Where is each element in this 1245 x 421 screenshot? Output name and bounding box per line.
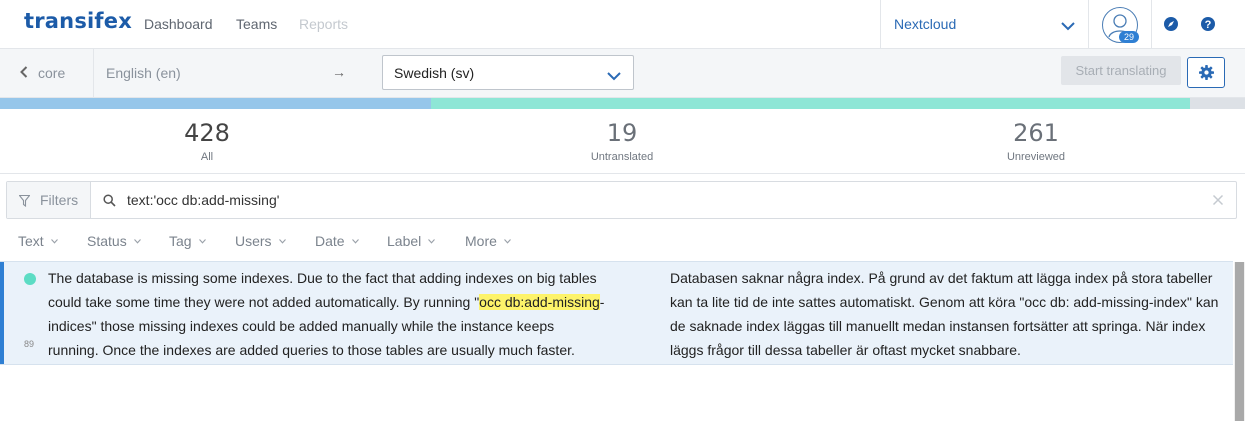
stat-unreviewed-label: Unreviewed xyxy=(1006,151,1066,163)
nav-link-dashboard[interactable]: Dashboard xyxy=(144,16,213,32)
search-input[interactable]: text:'occ db:add-missing' xyxy=(127,192,279,208)
facet-status[interactable]: Status xyxy=(87,231,141,249)
stat-all[interactable]: 428 All xyxy=(107,119,307,163)
facet-users[interactable]: Users xyxy=(235,231,286,249)
target-language-select[interactable]: Swedish (sv) xyxy=(382,55,634,90)
facet-label: Users xyxy=(235,233,272,249)
string-row[interactable]: 89 The database is missing some indexes.… xyxy=(0,261,1233,365)
arrow-icon: → xyxy=(332,64,346,80)
divider xyxy=(1151,0,1152,49)
help-icon[interactable]: ? xyxy=(1200,16,1216,32)
string-stats: 428 All 19 Untranslated 261 Unreviewed xyxy=(0,109,1245,174)
string-number: 89 xyxy=(24,339,35,349)
stat-unreviewed[interactable]: 261 Unreviewed xyxy=(936,119,1136,163)
stat-all-value: 428 xyxy=(184,119,230,147)
facet-date[interactable]: Date xyxy=(315,231,359,249)
progress-translated-segment xyxy=(431,98,1190,109)
stat-unreviewed-value: 261 xyxy=(1013,119,1059,147)
chevron-down-icon xyxy=(428,231,436,247)
svg-text:?: ? xyxy=(1205,19,1212,31)
chevron-down-icon xyxy=(1061,18,1075,36)
chevron-down-icon xyxy=(351,231,359,247)
facet-label: Date xyxy=(315,233,345,249)
filters-label: Filters xyxy=(40,192,79,208)
facet-label: Status xyxy=(87,233,127,249)
facet-label: Tag xyxy=(169,233,192,249)
top-nav: transifex Dashboard Teams Reports Nextcl… xyxy=(0,0,1245,49)
stat-all-label: All xyxy=(200,151,214,163)
facet-label: Label xyxy=(387,233,422,249)
translation-progress-bar xyxy=(0,98,1245,109)
back-chevron-icon xyxy=(20,65,28,81)
chevron-down-icon xyxy=(607,68,621,86)
stat-untranslated[interactable]: 19 Untranslated xyxy=(522,119,722,163)
settings-button[interactable] xyxy=(1187,57,1225,88)
facet-label[interactable]: Label xyxy=(387,231,436,249)
facet-label: More xyxy=(465,233,497,249)
start-translating-button[interactable]: Start translating xyxy=(1061,56,1181,85)
search-icon xyxy=(103,194,116,212)
chevron-down-icon xyxy=(50,231,58,247)
filters-button[interactable]: Filters xyxy=(7,182,91,218)
target-language-value: Swedish (sv) xyxy=(394,65,475,81)
facet-text[interactable]: Text xyxy=(18,231,58,249)
nav-link-reports: Reports xyxy=(299,16,349,32)
chevron-down-icon xyxy=(278,231,286,247)
stat-untranslated-value: 19 xyxy=(606,119,638,147)
chevron-down-icon xyxy=(133,231,141,247)
compass-icon[interactable] xyxy=(1163,16,1179,32)
organization-name: Nextcloud xyxy=(894,16,957,32)
notification-badge: 29 xyxy=(1119,31,1139,43)
selected-row-indicator xyxy=(0,262,4,364)
status-dot xyxy=(24,273,36,285)
project-bar: core English (en) → Swedish (sv) Start t… xyxy=(0,49,1245,98)
gear-icon xyxy=(1199,65,1214,85)
search-highlight: occ db:add-missing xyxy=(479,294,600,310)
organization-selector[interactable]: Nextcloud xyxy=(880,0,1089,49)
translation-string: Databasen saknar några index. På grund a… xyxy=(670,270,1219,358)
chevron-down-icon xyxy=(198,231,206,247)
back-label: core xyxy=(38,65,66,81)
nav-link-teams[interactable]: Teams xyxy=(236,16,277,32)
transifex-logo[interactable]: transifex xyxy=(24,9,132,33)
stat-untranslated-label: Untranslated xyxy=(590,151,654,163)
close-icon[interactable] xyxy=(1212,193,1224,211)
source-string: The database is missing some indexes. Du… xyxy=(48,266,608,362)
divider xyxy=(93,49,94,98)
chevron-down-icon xyxy=(503,231,511,247)
filter-icon xyxy=(18,194,31,210)
facet-tag[interactable]: Tag xyxy=(169,231,206,249)
facet-more[interactable]: More xyxy=(465,231,511,249)
facet-label: Text xyxy=(18,233,44,249)
progress-reviewed-segment xyxy=(0,98,431,109)
back-link[interactable]: core xyxy=(20,65,65,81)
scrollbar-thumb[interactable] xyxy=(1235,262,1244,421)
source-language: English (en) xyxy=(106,65,181,81)
search-bar: Filters text:'occ db:add-missing' xyxy=(6,181,1237,219)
